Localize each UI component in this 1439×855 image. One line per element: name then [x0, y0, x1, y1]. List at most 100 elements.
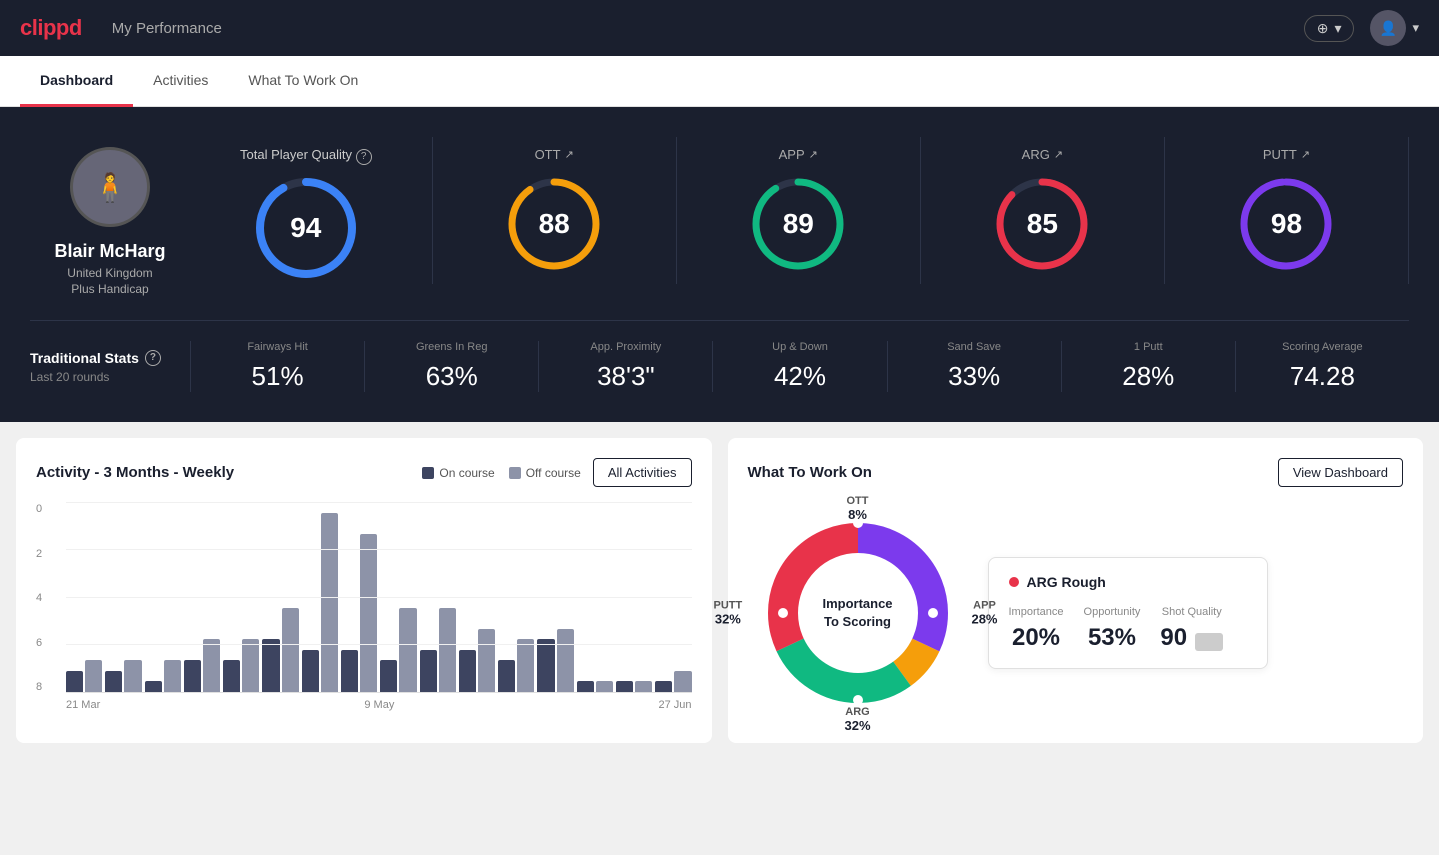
metric-app: APP ↗ 89: [677, 137, 921, 284]
bar-offcourse-4: [242, 639, 259, 692]
bar-offcourse-10: [478, 629, 495, 692]
bar-oncourse-15: [655, 681, 672, 692]
stat-proximity-label: App. Proximity: [590, 341, 661, 353]
stat-proximity: App. Proximity 38'3": [539, 341, 713, 392]
bar-oncourse-1: [105, 671, 122, 692]
activity-panel-header: Activity - 3 Months - Weekly On course O…: [36, 458, 692, 487]
bar-oncourse-7: [341, 650, 358, 692]
tpq-help-icon[interactable]: ?: [356, 149, 372, 165]
stat-proximity-value: 38'3": [597, 361, 655, 392]
stat-oneputt-value: 28%: [1122, 361, 1174, 392]
bar-oncourse-8: [380, 660, 397, 692]
bottom-panels: Activity - 3 Months - Weekly On course O…: [0, 422, 1439, 759]
ott-circle: 88: [504, 174, 604, 274]
info-card-dot: [1009, 577, 1019, 587]
stat-scoring: Scoring Average 74.28: [1236, 341, 1409, 392]
logo[interactable]: clippd: [20, 15, 82, 41]
app-value: 89: [783, 208, 814, 240]
stat-oneputt: 1 Putt 28%: [1062, 341, 1236, 392]
bar-offcourse-3: [203, 639, 220, 692]
bar-group-4: [223, 639, 259, 692]
bar-offcourse-1: [124, 660, 141, 692]
all-activities-button[interactable]: All Activities: [593, 458, 692, 487]
bar-oncourse-14: [616, 681, 633, 692]
view-dashboard-button[interactable]: View Dashboard: [1278, 458, 1403, 487]
bar-offcourse-12: [557, 629, 574, 692]
tpq-block: Total Player Quality ? 94: [220, 137, 402, 293]
bar-offcourse-15: [674, 671, 691, 692]
putt-arrow: ↗: [1301, 148, 1310, 161]
chart-legend: On course Off course: [422, 466, 581, 480]
metric-putt: PUTT ↗ 98: [1165, 137, 1409, 284]
app-label: APP ↗: [779, 147, 818, 162]
donut-chart: ImportanceTo Scoring OTT 8% APP 28% ARG …: [748, 503, 968, 723]
bar-oncourse-3: [184, 660, 201, 692]
stat-fairways-value: 51%: [252, 361, 304, 392]
bar-group-1: [105, 660, 141, 692]
arg-circle: 85: [992, 174, 1092, 274]
activity-controls: On course Off course All Activities: [422, 458, 691, 487]
arg-donut-label: ARG 32%: [844, 706, 870, 733]
header-actions: ⊕ ▾ 👤 ▾: [1304, 10, 1419, 46]
trad-label-block: Traditional Stats ? Last 20 rounds: [30, 350, 190, 384]
ott-value: 88: [539, 208, 570, 240]
info-card-title: ARG Rough: [1009, 574, 1247, 590]
stat-fairways: Fairways Hit 51%: [191, 341, 365, 392]
tab-activities[interactable]: Activities: [133, 56, 228, 107]
bar-group-10: [459, 629, 495, 692]
bar-oncourse-6: [302, 650, 319, 692]
shot-quality-badge: [1195, 633, 1223, 651]
stat-updown-label: Up & Down: [772, 341, 828, 353]
bar-oncourse-2: [145, 681, 162, 692]
bar-chart: [66, 503, 692, 693]
header-title: My Performance: [112, 20, 222, 37]
oncourse-dot: [422, 467, 434, 479]
donut-center-label: ImportanceTo Scoring: [822, 595, 892, 631]
bar-offcourse-2: [164, 660, 181, 692]
bar-group-2: [145, 660, 181, 692]
bar-oncourse-4: [223, 660, 240, 692]
grid-line-4: [66, 597, 692, 598]
app-arrow: ↗: [809, 148, 818, 161]
grid-line-8: [66, 502, 692, 503]
player-info: 🧍 Blair McHarg United Kingdom Plus Handi…: [30, 137, 190, 296]
bar-oncourse-12: [537, 639, 554, 692]
bar-oncourse-13: [577, 681, 594, 692]
bar-offcourse-6: [321, 513, 338, 692]
stat-greens-label: Greens In Reg: [416, 341, 488, 353]
tab-what-to-work-on[interactable]: What To Work On: [228, 56, 378, 107]
putt-donut-label: PUTT 32%: [714, 600, 743, 627]
ott-label: OTT ↗: [535, 147, 574, 162]
stat-updown-value: 42%: [774, 361, 826, 392]
tab-dashboard[interactable]: Dashboard: [20, 56, 133, 107]
metrics-row: OTT ↗ 88 APP ↗: [432, 137, 1409, 284]
bar-group-13: [577, 681, 613, 692]
bar-group-9: [420, 608, 456, 692]
nav-tabs: Dashboard Activities What To Work On: [0, 56, 1439, 107]
info-shot-quality: Shot Quality 90: [1160, 606, 1223, 652]
bar-oncourse-9: [420, 650, 437, 692]
trad-stats-title: Traditional Stats ?: [30, 350, 170, 366]
bar-offcourse-5: [282, 608, 299, 692]
tpq-value: 94: [290, 212, 321, 244]
trad-help-icon[interactable]: ?: [145, 350, 161, 366]
tpq-label: Total Player Quality ?: [240, 147, 372, 165]
y-axis: 8 6 4 2 0: [36, 503, 42, 693]
bar-oncourse-11: [498, 660, 515, 692]
stat-oneputt-label: 1 Putt: [1134, 341, 1163, 353]
putt-circle: 98: [1236, 174, 1336, 274]
grid-line-2: [66, 644, 692, 645]
avatar: 👤: [1370, 10, 1406, 46]
tpq-circle: 94: [251, 173, 361, 283]
avatar-chevron: ▾: [1412, 20, 1419, 36]
bar-oncourse-0: [66, 671, 83, 692]
trad-stats-subtitle: Last 20 rounds: [30, 370, 170, 384]
stat-fairways-label: Fairways Hit: [247, 341, 308, 353]
player-avatar: 🧍: [70, 147, 150, 227]
activity-panel: Activity - 3 Months - Weekly On course O…: [16, 438, 712, 743]
bar-oncourse-5: [262, 639, 279, 692]
user-avatar-button[interactable]: 👤 ▾: [1370, 10, 1419, 46]
stat-sandsave: Sand Save 33%: [888, 341, 1062, 392]
player-name: Blair McHarg: [54, 241, 165, 262]
add-button[interactable]: ⊕ ▾: [1304, 15, 1355, 42]
